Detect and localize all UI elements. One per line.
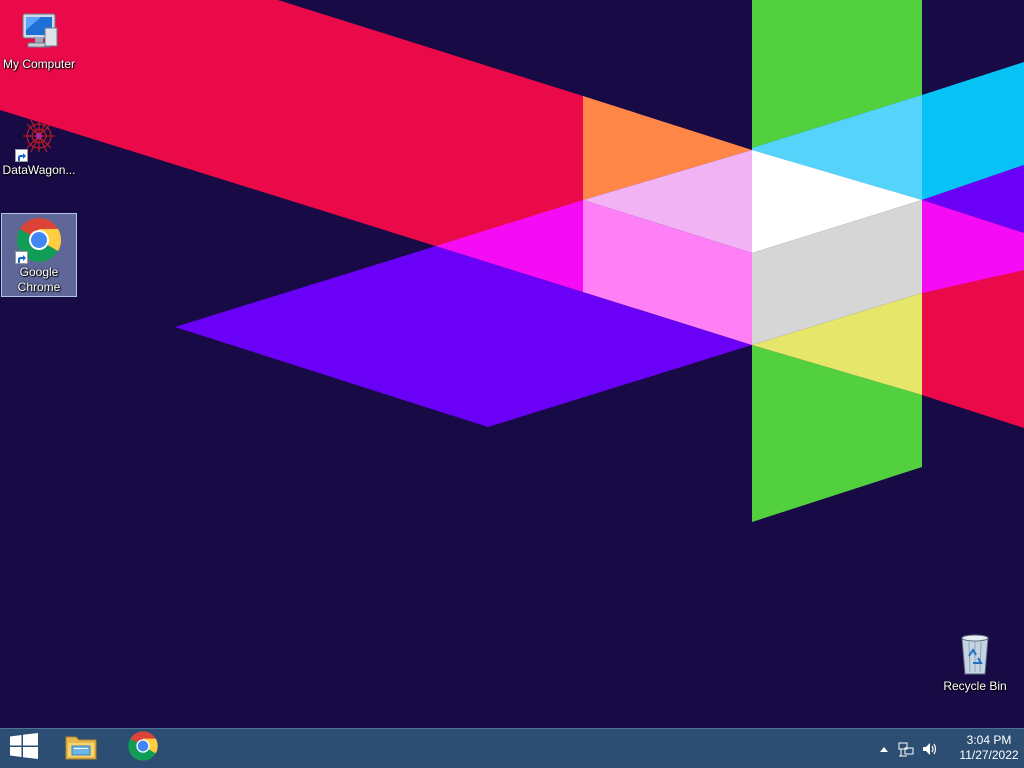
desktop-icon-label: My Computer bbox=[2, 57, 76, 71]
wallpaper bbox=[0, 0, 1024, 768]
network-icon[interactable] bbox=[898, 741, 914, 757]
shortcut-arrow-icon bbox=[15, 251, 28, 264]
desktop-icon-recycle-bin[interactable]: Recycle Bin bbox=[937, 628, 1013, 694]
start-button[interactable] bbox=[0, 729, 48, 768]
taskbar: 3:04 PM 11/27/2022 bbox=[0, 728, 1024, 768]
desktop-icon-my-computer[interactable]: My Computer bbox=[1, 6, 77, 72]
volume-icon[interactable] bbox=[922, 741, 938, 757]
windows-logo-icon bbox=[10, 733, 38, 764]
datawagon-icon bbox=[15, 114, 63, 162]
desktop-icon-label: DataWagon... bbox=[2, 163, 76, 177]
file-explorer-icon bbox=[64, 731, 98, 766]
chrome-icon bbox=[15, 216, 63, 264]
chrome-icon bbox=[127, 730, 159, 767]
computer-icon bbox=[15, 8, 63, 56]
taskbar-file-explorer-button[interactable] bbox=[57, 729, 105, 768]
desktop[interactable]: My Computer DataWagon... Google Chrome R… bbox=[0, 0, 1024, 768]
chevron-up-icon[interactable] bbox=[876, 741, 892, 757]
desktop-icon-datawagon[interactable]: DataWagon... bbox=[1, 112, 77, 178]
shortcut-arrow-icon bbox=[15, 149, 28, 162]
clock-date: 11/27/2022 bbox=[959, 748, 1019, 762]
desktop-icon-google-chrome[interactable]: Google Chrome bbox=[1, 213, 77, 297]
taskbar-chrome-button[interactable] bbox=[119, 729, 167, 768]
desktop-icon-label: Recycle Bin bbox=[943, 679, 1007, 693]
system-tray: 3:04 PM 11/27/2022 bbox=[864, 729, 1024, 768]
desktop-icon-label: Google Chrome bbox=[17, 265, 61, 294]
recycle-bin-icon bbox=[951, 630, 999, 678]
clock[interactable]: 3:04 PM 11/27/2022 bbox=[954, 733, 1024, 763]
clock-time: 3:04 PM bbox=[966, 733, 1012, 747]
